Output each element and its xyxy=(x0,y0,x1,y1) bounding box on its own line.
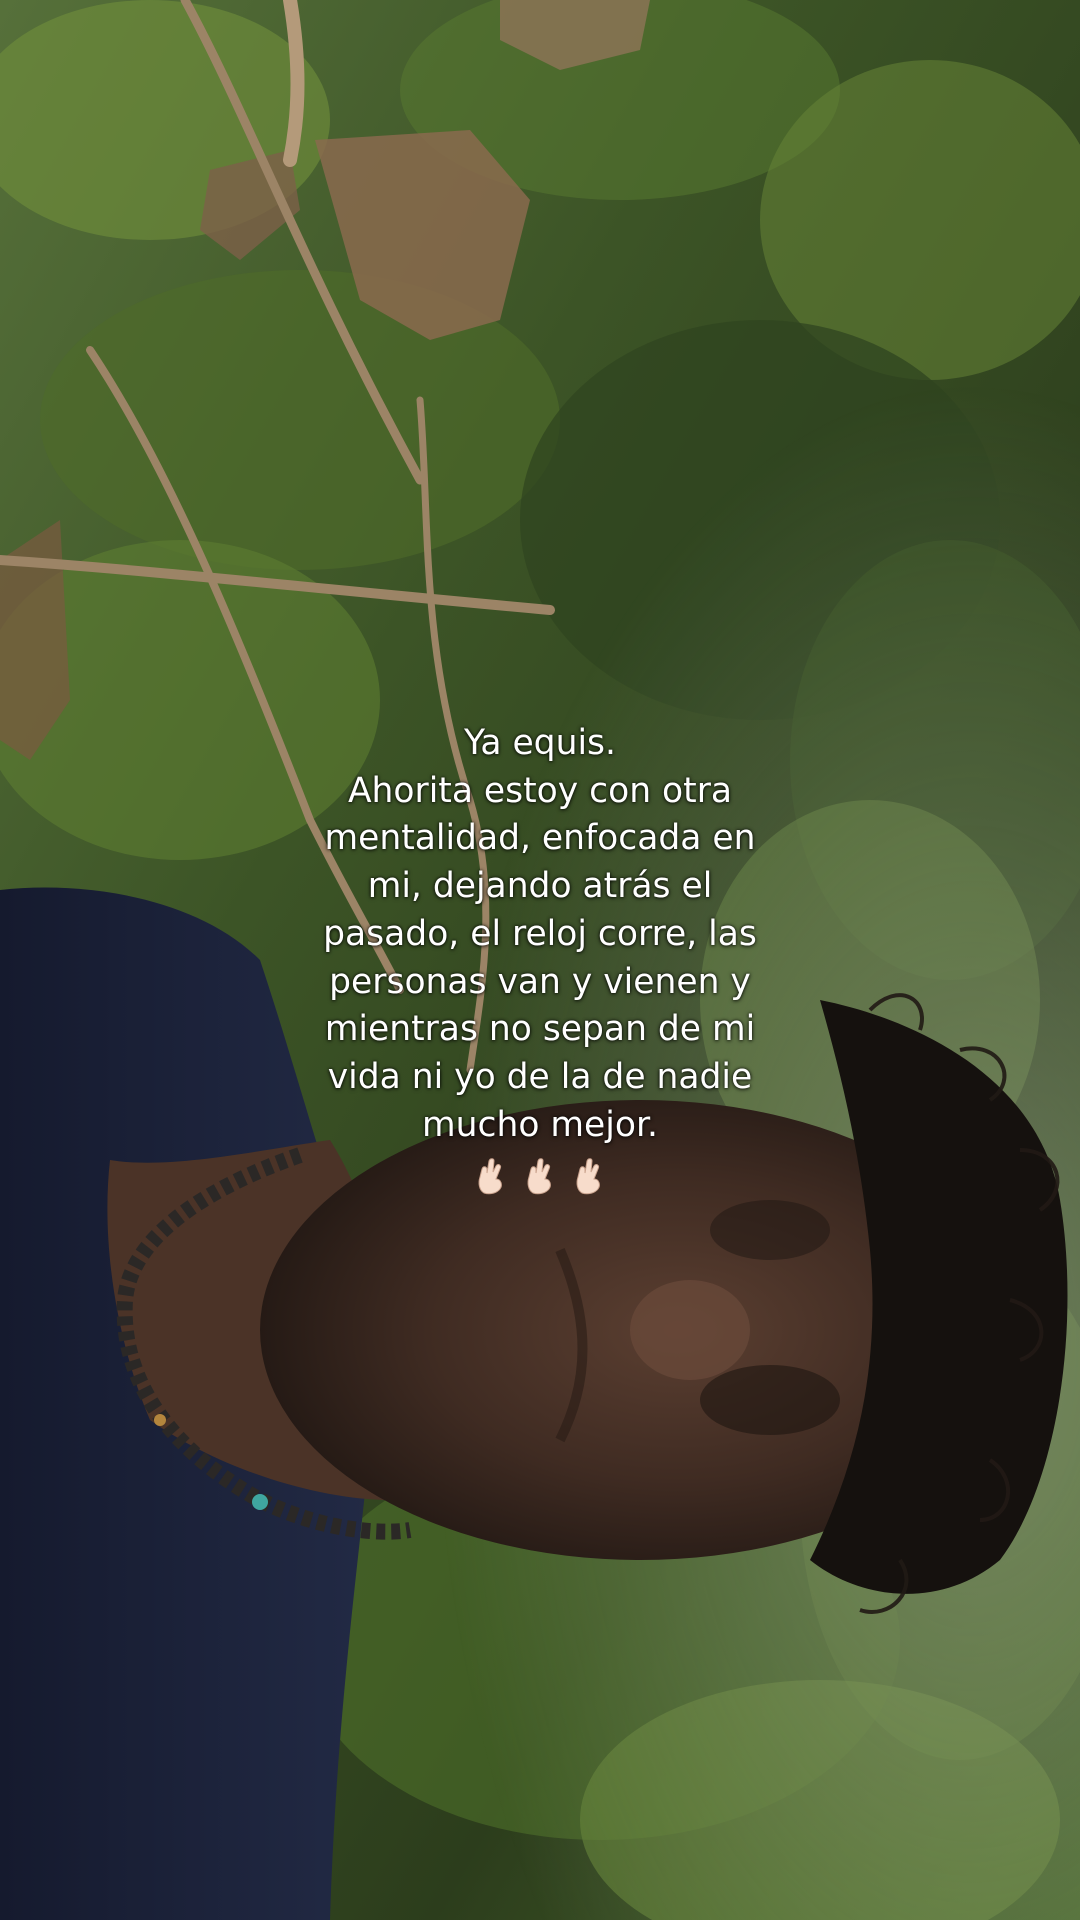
crossed-fingers-icon xyxy=(478,1158,502,1195)
emoji-row xyxy=(290,1151,790,1197)
crossed-fingers-icon xyxy=(576,1158,600,1195)
caption-line: mi, dejando atrás el xyxy=(367,866,713,907)
caption-line: personas van y vienen y xyxy=(329,961,751,1002)
caption-line: Ahorita estoy con otra xyxy=(347,770,733,811)
crossed-fingers-icon xyxy=(527,1158,551,1195)
caption-line: Ya equis. xyxy=(464,723,616,763)
video-frame: Ya equis. Ahorita estoy con otra mentali… xyxy=(0,0,1080,1920)
caption-line: mentalidad, enfocada en xyxy=(324,818,756,859)
caption-overlay: Ya equis. Ahorita estoy con otra mentali… xyxy=(290,720,790,1197)
caption-line: pasado, el reloj corre, las xyxy=(323,913,757,954)
caption-line: mientras no sepan de mi xyxy=(324,1009,756,1050)
caption-line: mucho mejor. xyxy=(422,1104,658,1145)
caption-line: vida ni yo de la de nadie xyxy=(327,1056,753,1097)
